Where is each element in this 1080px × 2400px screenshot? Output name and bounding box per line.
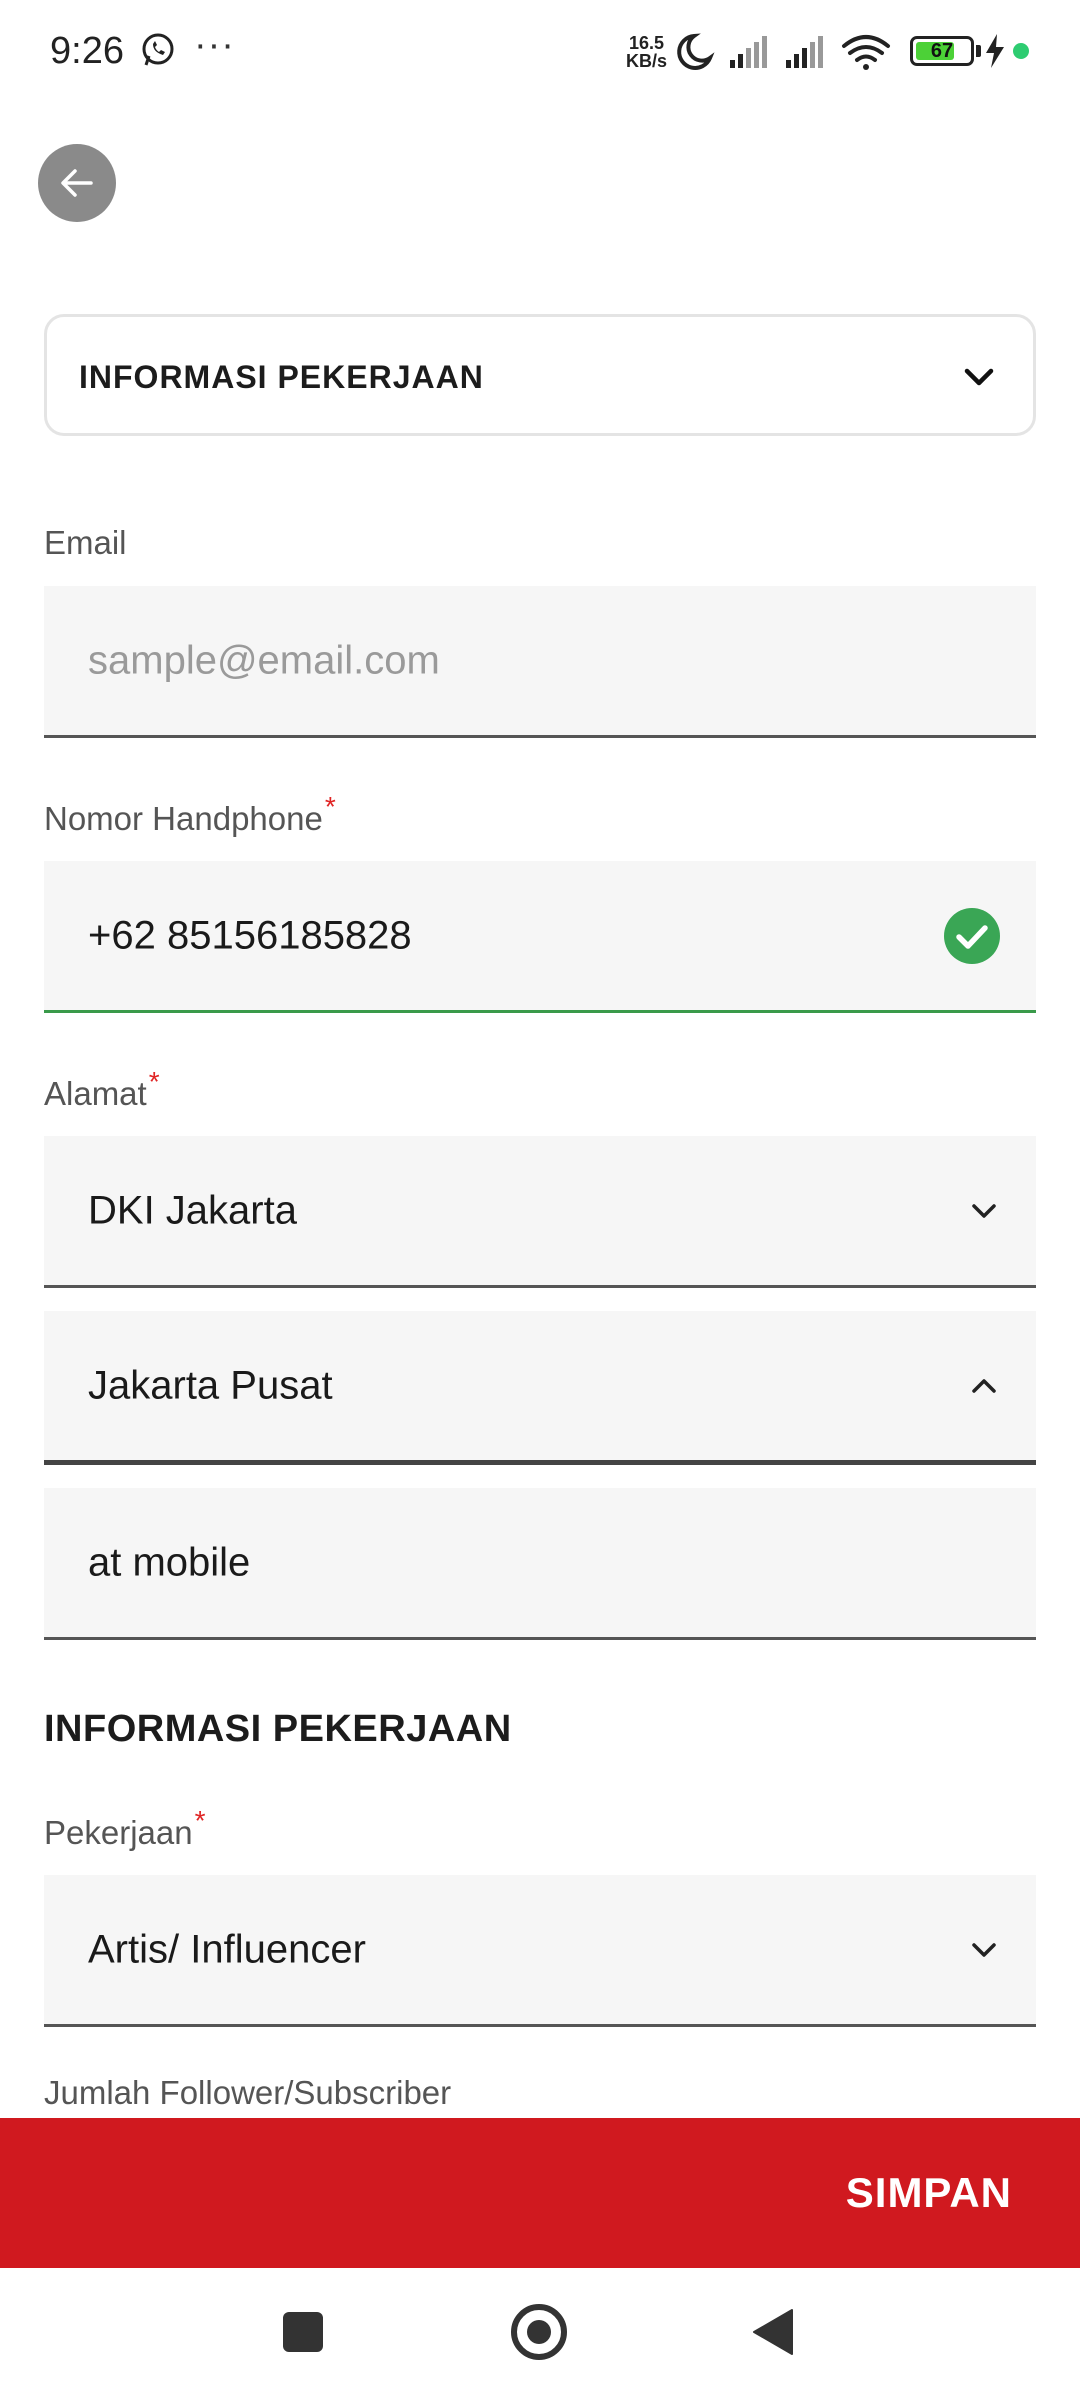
status-time: 9:26 <box>50 30 124 72</box>
status-bar: 9:26 ··· 16.5 KB/s 67 <box>0 0 1080 100</box>
phone-label-text: Nomor Handphone <box>44 800 323 837</box>
chevron-up-icon <box>972 1378 996 1393</box>
job-value: Artis/ Influencer <box>88 1927 366 1971</box>
system-navigation-bar <box>0 2268 1080 2400</box>
province-select[interactable]: DKI Jakarta <box>44 1136 1036 1288</box>
phone-field[interactable]: +62 85156185828 <box>44 861 1036 1013</box>
phone-label: Nomor Handphone* <box>44 791 336 838</box>
more-notifications-icon: ··· <box>194 24 235 66</box>
accordion-title: INFORMASI PEKERJAAN <box>79 359 484 395</box>
email-field[interactable]: sample@email.com <box>44 586 1036 738</box>
system-status-icons <box>677 33 890 70</box>
followers-label-text: Jumlah Follower/Subscriber <box>44 2074 452 2111</box>
recent-apps-button[interactable] <box>283 2312 323 2352</box>
signal-icon-sim2 <box>786 36 823 68</box>
network-speed-unit: KB/s <box>626 51 668 71</box>
battery-level: 67 <box>930 40 954 62</box>
network-speed-value: 16.5 <box>628 33 665 53</box>
address-detail-value: at mobile <box>88 1540 251 1584</box>
wifi-icon <box>842 35 890 70</box>
section-accordion[interactable]: INFORMASI PEKERJAAN <box>44 314 1036 436</box>
do-not-disturb-icon <box>677 33 715 70</box>
city-select[interactable]: Jakarta Pusat <box>44 1311 1036 1465</box>
arrow-left-icon <box>61 169 93 197</box>
save-button-label: SIMPAN <box>845 2169 1012 2216</box>
whatsapp-icon <box>142 33 174 66</box>
followers-label: Jumlah Follower/Subscriber <box>44 2074 451 2112</box>
job-select[interactable]: Artis/ Influencer <box>44 1875 1036 2027</box>
battery-icon: 67 <box>910 36 974 66</box>
chevron-down-icon <box>964 368 994 386</box>
home-icon <box>527 2320 551 2344</box>
home-button[interactable] <box>511 2304 567 2360</box>
city-value: Jakarta Pusat <box>88 1363 333 1407</box>
check-circle-icon <box>944 907 1000 964</box>
address-label-text: Alamat <box>44 1075 147 1112</box>
province-value: DKI Jakarta <box>88 1188 297 1232</box>
job-section-heading: INFORMASI PEKERJAAN <box>44 1708 512 1750</box>
charging-icon <box>986 34 1004 68</box>
save-button[interactable]: SIMPAN <box>0 2118 1080 2268</box>
phone-value: +62 85156185828 <box>88 913 412 957</box>
signal-icon-sim1 <box>730 36 767 68</box>
back-triangle-icon[interactable] <box>752 2308 794 2356</box>
email-placeholder: sample@email.com <box>88 638 440 682</box>
chevron-down-icon <box>972 1203 996 1218</box>
required-mark: * <box>324 791 336 822</box>
chevron-down-icon <box>972 1942 996 1957</box>
address-label: Alamat* <box>44 1066 160 1113</box>
job-label: Pekerjaan* <box>44 1805 206 1852</box>
back-button[interactable] <box>38 144 116 222</box>
email-label: Email <box>44 524 127 562</box>
network-speed: 16.5 KB/s <box>626 34 667 70</box>
privacy-indicator-dot <box>1013 43 1029 59</box>
required-mark: * <box>194 1805 206 1836</box>
required-mark: * <box>148 1066 160 1097</box>
job-label-text: Pekerjaan <box>44 1814 193 1851</box>
email-label-text: Email <box>44 524 127 561</box>
battery-tip <box>976 45 981 57</box>
address-detail-field[interactable]: at mobile <box>44 1488 1036 1640</box>
